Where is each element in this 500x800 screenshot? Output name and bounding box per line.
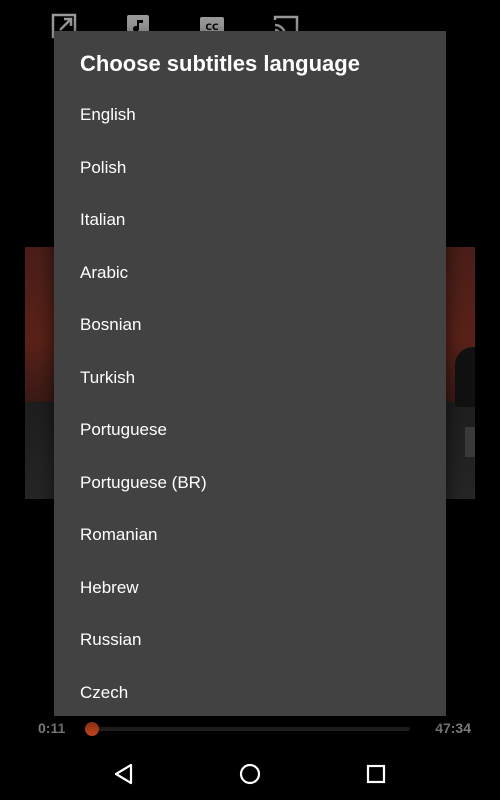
language-option-english[interactable]: English	[54, 89, 446, 142]
language-option-hebrew[interactable]: Hebrew	[54, 562, 446, 615]
total-time: 47:34	[435, 720, 471, 736]
language-option-arabic[interactable]: Arabic	[54, 247, 446, 300]
back-icon[interactable]	[110, 760, 138, 788]
language-option-portuguese[interactable]: Portuguese	[54, 404, 446, 457]
language-option-polish[interactable]: Polish	[54, 142, 446, 195]
current-time: 0:11	[38, 720, 66, 736]
video-object	[465, 427, 475, 457]
dialog-title: Choose subtitles language	[80, 51, 360, 76]
home-icon[interactable]	[236, 760, 264, 788]
language-option-turkish[interactable]: Turkish	[54, 352, 446, 405]
language-option-italian[interactable]: Italian	[54, 194, 446, 247]
language-option-portuguese-br[interactable]: Portuguese (BR)	[54, 457, 446, 510]
screen: CC 0:11 47:34 Choose subtitles language …	[0, 0, 500, 800]
subtitles-language-dialog: Choose subtitles language English Polish I…	[54, 31, 446, 716]
seek-bar[interactable]	[92, 727, 410, 731]
recents-icon[interactable]	[362, 760, 390, 788]
language-option-bosnian[interactable]: Bosnian	[54, 299, 446, 352]
language-option-czech[interactable]: Czech	[54, 667, 446, 717]
language-option-russian[interactable]: Russian	[54, 614, 446, 667]
seek-thumb[interactable]	[85, 722, 99, 736]
language-option-romanian[interactable]: Romanian	[54, 509, 446, 562]
video-person	[455, 347, 475, 407]
language-list: English Polish Italian Arabic Bosnian Turkish…	[54, 89, 446, 716]
